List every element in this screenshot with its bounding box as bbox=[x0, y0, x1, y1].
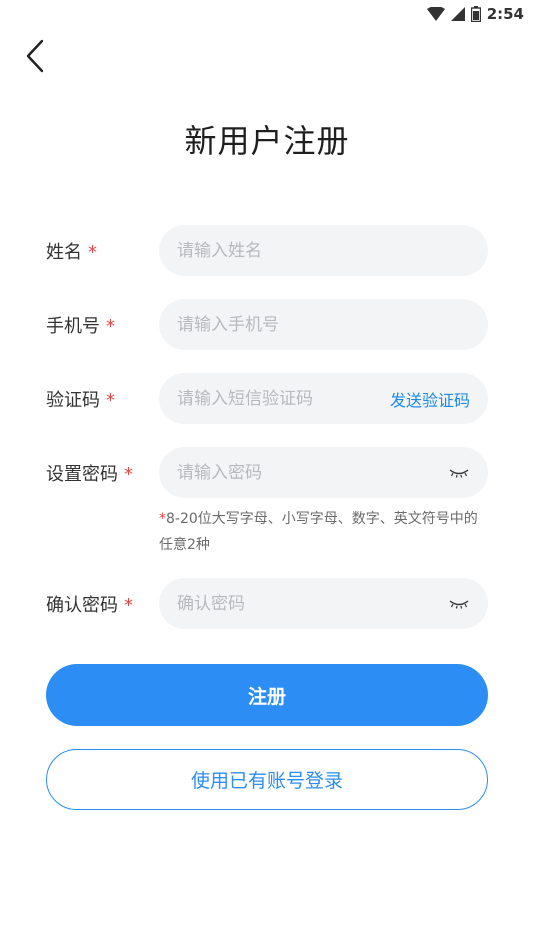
required-mark: * bbox=[88, 241, 97, 263]
required-mark: * bbox=[124, 594, 133, 616]
phone-input[interactable] bbox=[177, 314, 470, 335]
password-field bbox=[159, 447, 488, 498]
name-field bbox=[159, 225, 488, 276]
confirm-field bbox=[159, 578, 488, 629]
send-code-button[interactable]: 发送验证码 bbox=[390, 387, 470, 411]
phone-label: 手机号 * bbox=[46, 315, 115, 337]
required-mark: * bbox=[106, 389, 115, 411]
phone-field bbox=[159, 299, 488, 350]
required-mark: * bbox=[124, 463, 133, 485]
confirm-row: 确认密码 * bbox=[46, 578, 488, 629]
password-hint: *8-20位大写字母、小写字母、数字、英文符号中的任意2种 bbox=[159, 506, 491, 558]
back-button[interactable] bbox=[18, 38, 52, 78]
code-field: 发送验证码 bbox=[159, 373, 488, 424]
register-button[interactable]: 注册 bbox=[46, 664, 488, 726]
password-row: 设置密码 * bbox=[46, 447, 488, 498]
password-input[interactable] bbox=[177, 462, 448, 483]
status-bar: 2:54 bbox=[426, 0, 524, 28]
eye-closed-icon[interactable] bbox=[448, 466, 470, 480]
required-mark: * bbox=[106, 315, 115, 337]
battery-icon bbox=[470, 6, 481, 22]
hint-star: * bbox=[159, 511, 166, 527]
page-title: 新用户注册 bbox=[184, 122, 350, 160]
code-input[interactable] bbox=[177, 388, 390, 409]
password-label: 设置密码 * bbox=[46, 463, 133, 485]
name-input[interactable] bbox=[177, 240, 470, 261]
hint-text: 8-20位大写字母、小写字母、数字、英文符号中的任意2种 bbox=[159, 511, 478, 553]
chevron-left-icon bbox=[25, 39, 45, 77]
name-label: 姓名 * bbox=[46, 241, 97, 263]
code-label: 验证码 * bbox=[46, 389, 115, 411]
confirm-label: 确认密码 * bbox=[46, 594, 133, 616]
confirm-input[interactable] bbox=[177, 593, 448, 614]
code-row: 验证码* 发送验证码 bbox=[46, 373, 488, 424]
register-screen: 2:54 新用户注册 姓名* 手机号* 验证码* 发送验证码 bbox=[0, 0, 534, 950]
signal-icon bbox=[450, 7, 465, 21]
name-row: 姓名 * bbox=[46, 225, 488, 276]
login-existing-button[interactable]: 使用已有账号登录 bbox=[46, 749, 488, 810]
status-time: 2:54 bbox=[486, 5, 524, 23]
phone-row: 手机号 * bbox=[46, 299, 488, 350]
wifi-icon bbox=[426, 7, 445, 21]
eye-closed-icon[interactable] bbox=[448, 597, 470, 611]
